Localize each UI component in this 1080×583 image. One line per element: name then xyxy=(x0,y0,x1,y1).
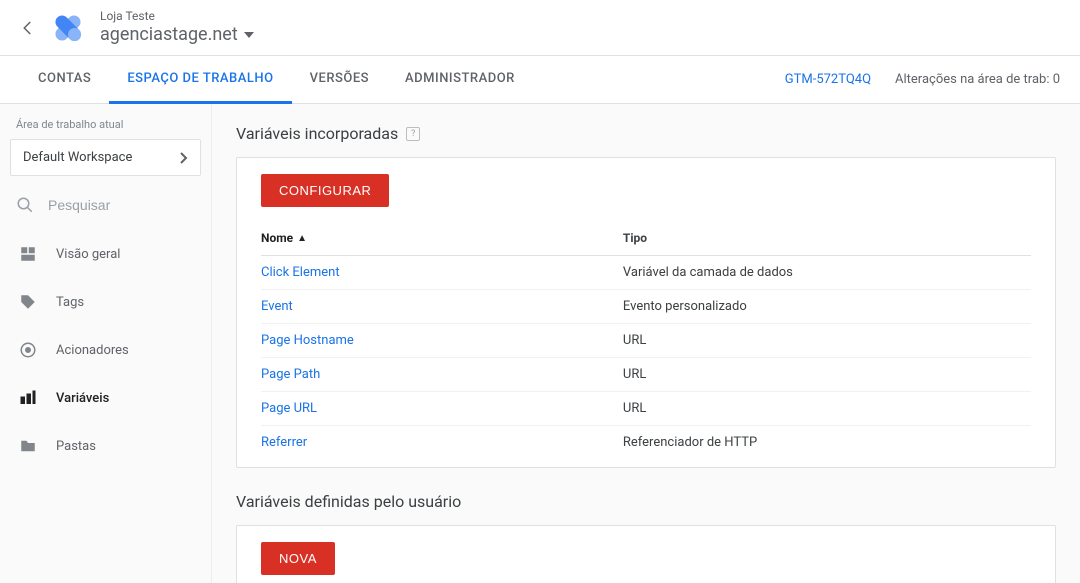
target-icon xyxy=(18,340,38,360)
sort-asc-icon: ▲ xyxy=(297,233,307,244)
column-header-type[interactable]: Tipo xyxy=(623,221,1031,256)
variable-name-link[interactable]: Page Path xyxy=(261,367,320,382)
search-icon xyxy=(16,196,34,214)
tag-icon xyxy=(18,292,38,312)
chevron-right-icon xyxy=(180,152,188,164)
configure-button[interactable]: CONFIGURAR xyxy=(261,174,389,207)
workspace-section-label: Área de trabalho atual xyxy=(0,104,211,135)
variable-name-link[interactable]: Page Hostname xyxy=(261,333,354,348)
table-row[interactable]: Page Path URL xyxy=(261,358,1031,392)
table-row[interactable]: Page URL URL xyxy=(261,392,1031,426)
sidebar-item-tags[interactable]: Tags xyxy=(0,278,211,326)
user-variables-title: Variáveis definidas pelo usuário xyxy=(236,492,461,511)
variable-type: URL xyxy=(623,392,1031,426)
container-switcher[interactable]: agenciastage.net xyxy=(100,23,254,46)
user-variables-card: NOVA xyxy=(236,525,1056,583)
variable-name-link[interactable]: Page URL xyxy=(261,401,317,416)
sidebar-item-triggers[interactable]: Acionadores xyxy=(0,326,211,374)
variable-type: URL xyxy=(623,358,1031,392)
caret-down-icon xyxy=(244,32,254,38)
column-header-name[interactable]: Nome ▲ xyxy=(261,231,623,245)
app-header: Loja Teste agenciastage.net xyxy=(0,0,1080,56)
table-row[interactable]: Click Element Variável da camada de dados xyxy=(261,256,1031,290)
variable-name-link[interactable]: Referrer xyxy=(261,435,307,450)
workspace-changes-label: Alterações na área de trab: 0 xyxy=(895,72,1060,87)
back-arrow-icon[interactable] xyxy=(16,16,40,40)
main-content: Variáveis incorporadas ? CONFIGURAR Nome… xyxy=(212,104,1080,583)
main-tabs: CONTAS ESPAÇO DE TRABALHO VERSÕES ADMINI… xyxy=(0,56,1080,104)
tab-admin[interactable]: ADMINISTRADOR xyxy=(387,56,533,104)
builtin-variables-title: Variáveis incorporadas xyxy=(236,124,398,143)
table-row[interactable]: Event Evento personalizado xyxy=(261,290,1031,324)
sidebar-item-label: Acionadores xyxy=(56,343,129,358)
variable-type: Referenciador de HTTP xyxy=(623,426,1031,460)
variable-type: Variável da camada de dados xyxy=(623,256,1031,290)
gtm-logo-icon xyxy=(52,12,84,44)
account-name: Loja Teste xyxy=(100,9,254,23)
variable-name-link[interactable]: Click Element xyxy=(261,265,340,280)
sidebar-item-overview[interactable]: Visão geral xyxy=(0,230,211,278)
sidebar-item-folders[interactable]: Pastas xyxy=(0,422,211,470)
search-input[interactable] xyxy=(48,197,229,213)
table-row[interactable]: Referrer Referenciador de HTTP xyxy=(261,426,1031,460)
new-button[interactable]: NOVA xyxy=(261,542,335,575)
tab-versoes[interactable]: VERSÕES xyxy=(292,56,387,104)
variable-type: Evento personalizado xyxy=(623,290,1031,324)
variables-icon xyxy=(18,388,38,408)
tab-contas[interactable]: CONTAS xyxy=(20,56,109,104)
sidebar-item-label: Variáveis xyxy=(56,391,109,406)
builtin-variables-card: CONFIGURAR Nome ▲ Tipo Click Element Vari… xyxy=(236,157,1056,468)
builtin-variables-table: Nome ▲ Tipo Click Element Variável da cam… xyxy=(261,221,1031,459)
table-row[interactable]: Page Hostname URL xyxy=(261,324,1031,358)
variable-type: URL xyxy=(623,324,1031,358)
folder-icon xyxy=(18,436,38,456)
variable-name-link[interactable]: Event xyxy=(261,299,293,314)
sidebar-item-label: Pastas xyxy=(56,439,96,454)
dashboard-icon xyxy=(18,244,38,264)
help-icon[interactable]: ? xyxy=(406,127,420,141)
container-id-link[interactable]: GTM-572TQ4Q xyxy=(785,72,871,87)
workspace-name: Default Workspace xyxy=(23,150,132,165)
sidebar-item-label: Visão geral xyxy=(56,247,120,262)
workspace-selector[interactable]: Default Workspace xyxy=(10,139,201,176)
sidebar: Área de trabalho atual Default Workspace… xyxy=(0,104,212,583)
sidebar-search[interactable] xyxy=(0,186,211,224)
tab-workspace[interactable]: ESPAÇO DE TRABALHO xyxy=(109,56,291,104)
container-name: agenciastage.net xyxy=(100,23,238,46)
sidebar-item-label: Tags xyxy=(56,295,84,310)
sidebar-item-variables[interactable]: Variáveis xyxy=(0,374,211,422)
